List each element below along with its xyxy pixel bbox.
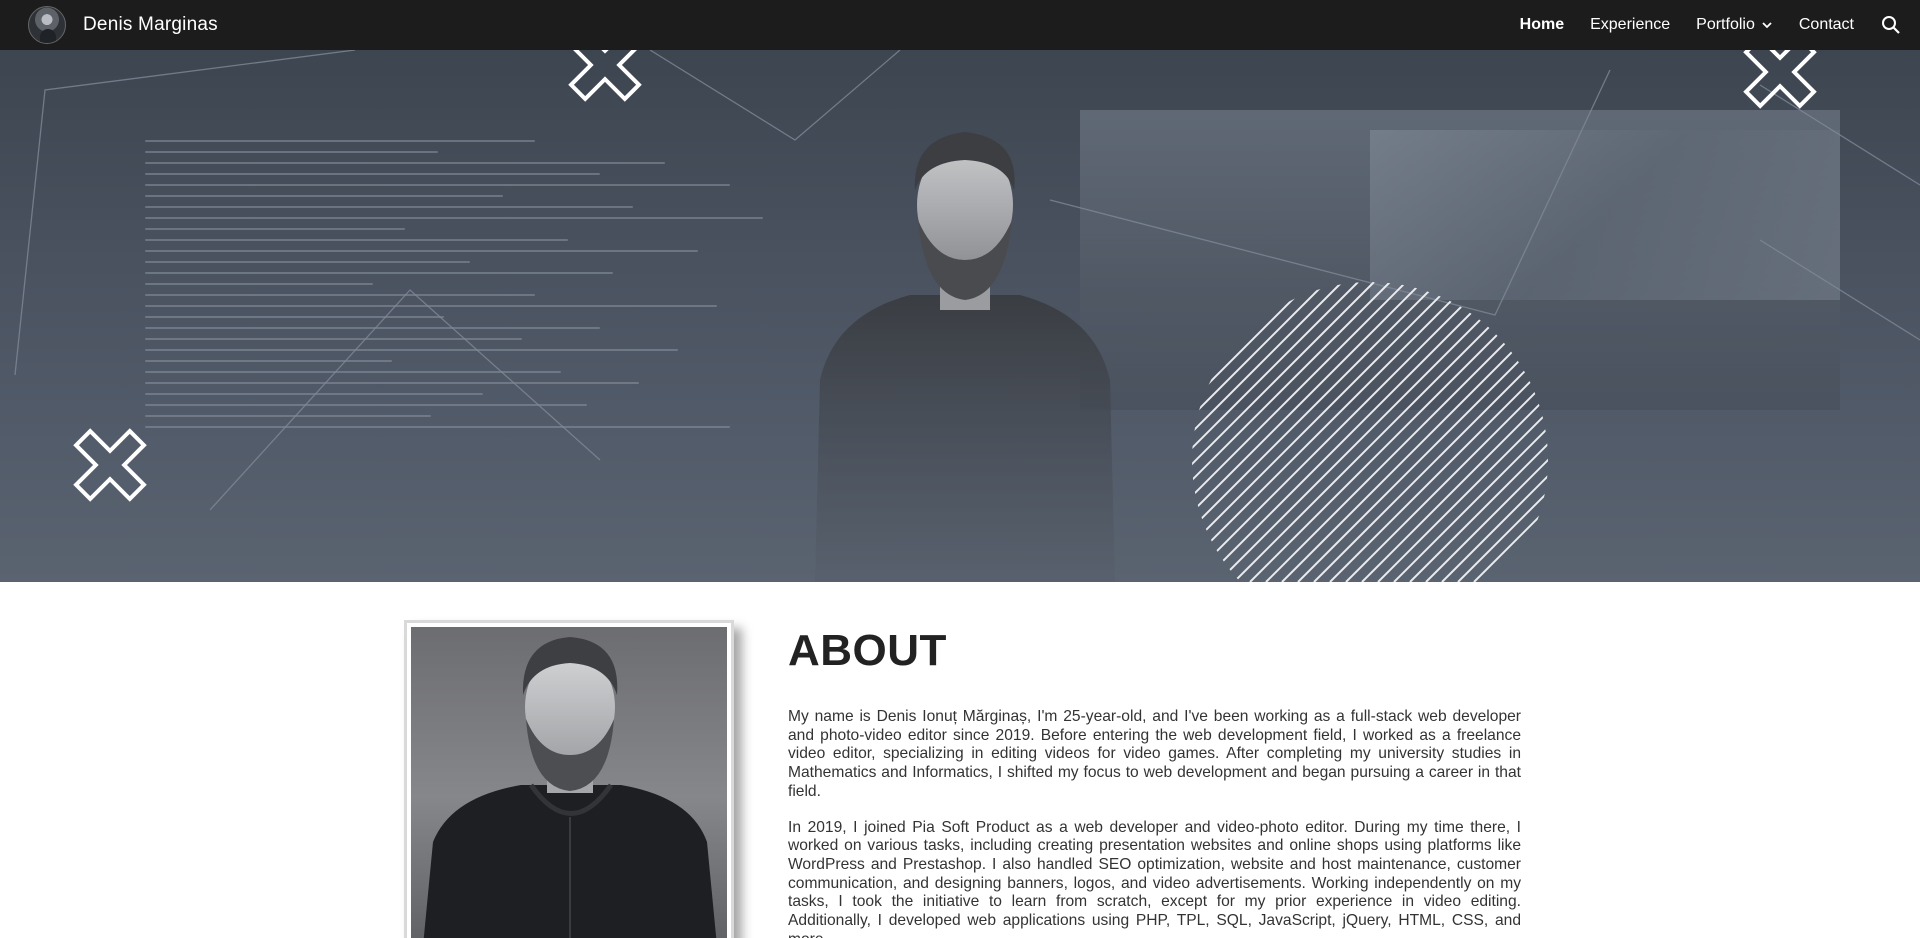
navbar: Denis Marginas Home Experience Portfolio… (0, 0, 1920, 50)
hero-portrait (815, 132, 1115, 582)
brand-avatar (28, 6, 66, 44)
nav-menu: Home Experience Portfolio Contact (1520, 0, 1920, 50)
hero-banner (0, 50, 1920, 582)
about-text: My name is Denis Ionuț Mărginaș, I'm 25-… (788, 708, 1521, 938)
x-mark-icon (1743, 50, 1817, 109)
nav-item-portfolio-label: Portfolio (1696, 16, 1755, 33)
about-photo-frame (404, 620, 734, 938)
x-mark-icon (568, 50, 642, 102)
nav-item-experience[interactable]: Experience (1590, 16, 1670, 34)
about-paragraph: In 2019, I joined Pia Soft Product as a … (788, 818, 1521, 938)
x-mark-icon (73, 428, 147, 502)
chevron-down-icon (1762, 22, 1772, 29)
nav-item-portfolio[interactable]: Portfolio (1696, 16, 1773, 34)
nav-item-home[interactable]: Home (1520, 16, 1564, 34)
about-paragraph: My name is Denis Ionuț Mărginaș, I'm 25-… (788, 708, 1521, 800)
nav-item-contact[interactable]: Contact (1799, 16, 1854, 34)
about-title: ABOUT (788, 626, 947, 675)
about-portrait (411, 627, 727, 938)
brand-link[interactable]: Denis Marginas (28, 5, 218, 45)
search-icon[interactable] (1880, 14, 1902, 36)
about-photo (411, 627, 727, 938)
about-section: ABOUT My name is Denis Ionuț Mărginaș, I… (0, 582, 1920, 938)
brand-name: Denis Marginas (83, 14, 218, 35)
